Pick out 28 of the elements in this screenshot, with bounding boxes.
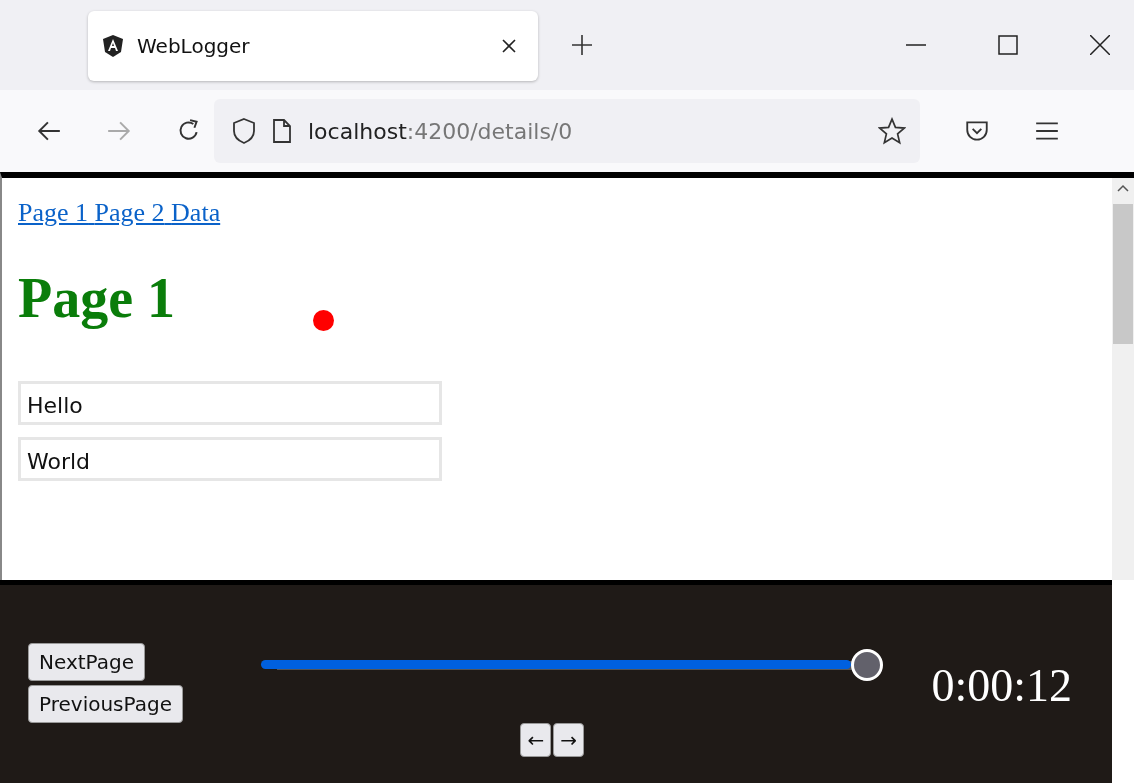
scroll-up-icon[interactable]: [1117, 184, 1129, 192]
star-icon[interactable]: [878, 117, 906, 145]
close-icon[interactable]: [1090, 35, 1110, 55]
page-button[interactable]: PreviousPage: [28, 685, 183, 723]
text-field[interactable]: World: [18, 437, 442, 481]
browser-tab[interactable]: WebLogger: [88, 11, 538, 81]
scrollbar-thumb[interactable]: [1113, 204, 1133, 344]
tab-title: WebLogger: [137, 34, 251, 58]
new-tab-icon[interactable]: [572, 35, 592, 55]
status-dot: [313, 310, 335, 331]
scrollbar[interactable]: [1112, 178, 1134, 580]
address-bar[interactable]: localhost:4200/details/0: [214, 99, 920, 163]
page-icon: [272, 119, 292, 143]
slider-thumb[interactable]: [851, 649, 884, 681]
url-text: localhost:4200/details/0: [308, 118, 573, 144]
shield-icon: [232, 118, 256, 144]
maximize-icon[interactable]: [998, 35, 1018, 55]
close-icon[interactable]: [502, 39, 516, 53]
nav-link[interactable]: Page 2: [94, 198, 165, 227]
nav-link[interactable]: Page 1: [18, 198, 89, 227]
time-display: 0:00:12: [931, 659, 1072, 712]
nav-link[interactable]: Data: [171, 198, 221, 227]
step-button[interactable]: ←: [520, 723, 552, 757]
pocket-icon[interactable]: [964, 118, 990, 144]
page-button[interactable]: NextPage: [28, 643, 145, 681]
step-button[interactable]: →: [553, 723, 584, 757]
shield-logo-icon: [103, 35, 123, 57]
text-field[interactable]: Hello: [18, 381, 442, 425]
